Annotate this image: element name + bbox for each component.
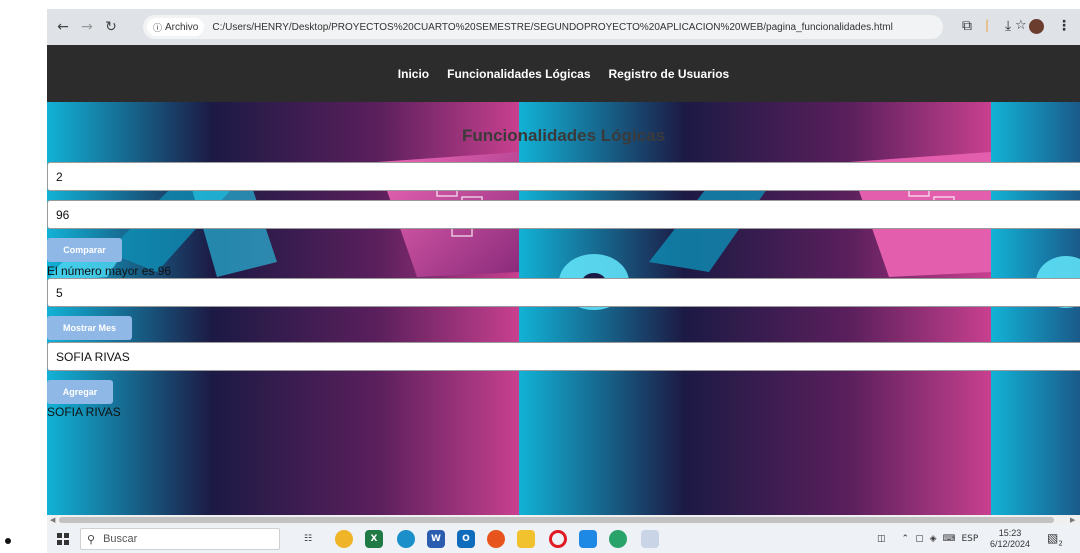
nav-item-funcionalidades[interactable]: Funcionalidades Lógicas [447, 67, 590, 81]
nav-item-inicio[interactable]: Inicio [398, 67, 429, 81]
show-month-button[interactable]: Mostrar Mes [47, 316, 132, 340]
add-button[interactable]: Agregar [47, 380, 113, 404]
toolbar-divider: | [985, 18, 990, 32]
security-chip[interactable]: ⓘ Archivo [147, 18, 205, 36]
outlook-icon[interactable]: O [457, 530, 475, 548]
added-name-result: SOFIA RIVAS [47, 405, 121, 419]
firefox-icon[interactable] [487, 530, 505, 548]
menu-icon[interactable]: ⋮ [1057, 18, 1071, 34]
word-icon[interactable]: W [427, 530, 445, 548]
profile-avatar[interactable] [1029, 19, 1044, 34]
network-icon[interactable]: ▢ [915, 534, 924, 544]
windows-taskbar: ⚲ Buscar ☷ X W O ◫ ⌃ ▢ ◈ ⌨ ESP 15:23 6/1… [47, 525, 1080, 553]
address-bar[interactable]: ⓘ Archivo C:/Users/HENRY/Desktop/PROYECT… [143, 15, 1027, 39]
search-icon: ⚲ [87, 532, 96, 546]
vscode-icon[interactable] [579, 530, 597, 548]
clock-time: 15:23 [998, 528, 1022, 538]
page-viewport: Inicio Funcionalidades Lógicas Registro … [47, 45, 1080, 515]
system-tray: ◫ ⌃ ▢ ◈ ⌨ ESP [877, 525, 978, 553]
security-chip-label: Archivo [165, 21, 199, 33]
navbar: Inicio Funcionalidades Lógicas Registro … [47, 45, 1080, 102]
forward-icon[interactable]: → [75, 15, 99, 39]
notification-icon[interactable]: ▧2 [1047, 531, 1063, 547]
extensions-icon[interactable]: ⧉ [962, 18, 972, 34]
url-text[interactable]: C:/Users/HENRY/Desktop/PROYECTOS%20CUART… [212, 22, 892, 33]
widgets-icon[interactable]: ◫ [877, 534, 886, 544]
edge-icon[interactable] [397, 530, 415, 548]
keyboard-icon[interactable]: ⌨ [943, 534, 956, 544]
file-explorer-icon[interactable] [517, 530, 535, 548]
compare-button[interactable]: Comparar [47, 238, 122, 262]
nav-item-registro[interactable]: Registro de Usuarios [609, 67, 730, 81]
browser-toolbar: ← → ↻ ⓘ Archivo C:/Users/HENRY/Desktop/P… [47, 9, 1080, 45]
number-input-1[interactable] [47, 162, 1080, 191]
taskbar-search[interactable]: ⚲ Buscar [80, 528, 280, 550]
chrome-profile-icon[interactable] [609, 530, 627, 548]
scroll-left-icon[interactable]: ◀ [50, 516, 55, 524]
bullet-dot [5, 538, 11, 544]
chrome-icon[interactable] [335, 530, 353, 548]
windows-start-icon[interactable] [57, 533, 69, 545]
compare-result: El número mayor es 96 [47, 264, 172, 278]
name-input[interactable] [47, 342, 1080, 371]
active-chrome-icon[interactable] [641, 530, 659, 548]
scroll-right-icon[interactable]: ▶ [1070, 516, 1075, 524]
info-icon: ⓘ [153, 23, 163, 34]
chevron-up-icon[interactable]: ⌃ [902, 534, 910, 544]
month-input[interactable] [47, 278, 1080, 307]
taskbar-search-label: Buscar [103, 533, 138, 545]
clock[interactable]: 15:23 6/12/2024 [987, 528, 1033, 550]
star-icon[interactable]: ☆ [1015, 18, 1027, 33]
opera-icon[interactable] [549, 530, 567, 548]
back-icon[interactable]: ← [51, 15, 75, 39]
scrollbar-thumb[interactable] [59, 517, 1054, 523]
language-indicator[interactable]: ESP [962, 534, 979, 544]
horizontal-scrollbar[interactable]: ◀ ▶ [47, 515, 1080, 525]
clock-date: 6/12/2024 [989, 539, 1031, 549]
volume-icon[interactable]: ◈ [930, 534, 937, 544]
browser-window: ← → ↻ ⓘ Archivo C:/Users/HENRY/Desktop/P… [47, 9, 1080, 553]
excel-icon[interactable]: X [365, 530, 383, 548]
page-title: Funcionalidades Lógicas [461, 126, 666, 145]
number-input-2[interactable] [47, 200, 1080, 229]
task-view-icon[interactable]: ☷ [299, 530, 317, 548]
download-icon[interactable]: ⤓ [1005, 18, 1011, 34]
reload-icon[interactable]: ↻ [99, 15, 123, 39]
notification-count: 2 [1058, 539, 1063, 548]
